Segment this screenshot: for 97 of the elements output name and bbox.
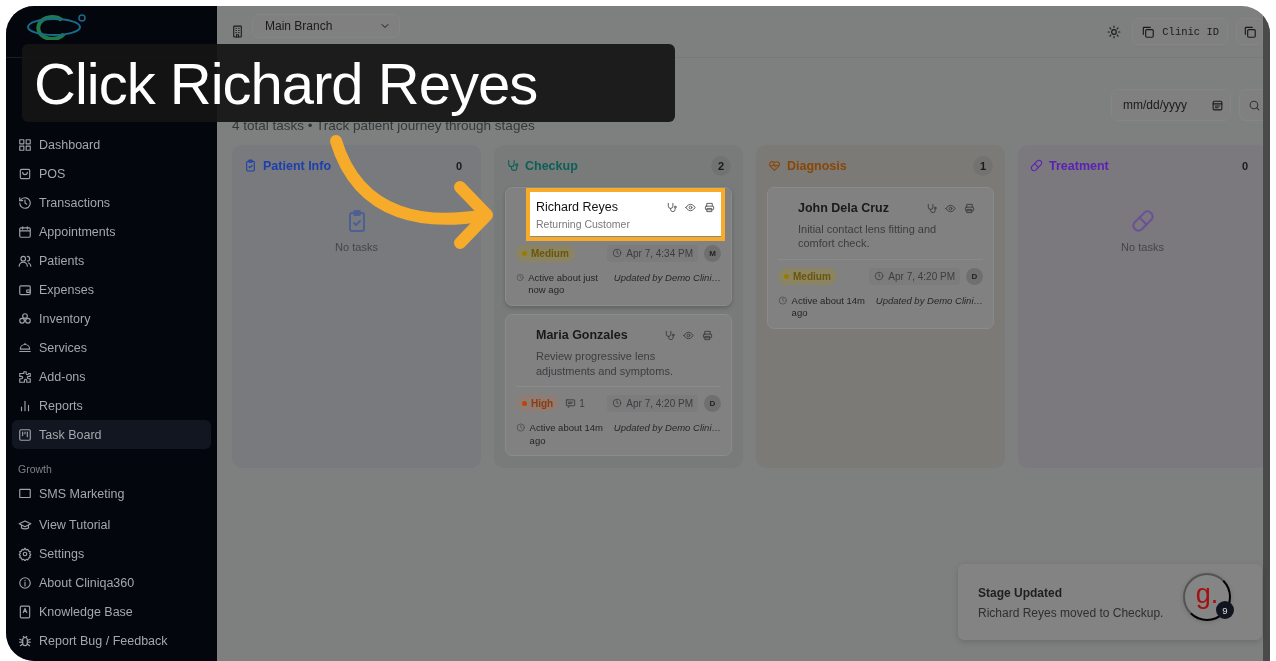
nav-item[interactable]: Patients: [12, 246, 211, 275]
stethoscope-icon[interactable]: [666, 201, 677, 213]
copy-button[interactable]: [1236, 18, 1263, 45]
nav-item[interactable]: View Tutorial: [12, 510, 211, 539]
search-button[interactable]: [1239, 89, 1263, 121]
branch-select[interactable]: Main Branch: [252, 14, 400, 38]
printer-icon[interactable]: [704, 201, 715, 213]
history-icon: [18, 195, 32, 210]
activity-text: Active about 14m ago: [529, 421, 604, 448]
stethoscope-icon[interactable]: [664, 329, 675, 341]
boxes-icon: [18, 311, 32, 326]
search-icon: [1248, 98, 1261, 112]
section-label: Growth: [17, 463, 53, 475]
calendar-icon: [1211, 98, 1224, 112]
nav-item[interactable]: About Cliniqa360: [12, 568, 211, 597]
nav-item[interactable]: Transactions: [12, 188, 211, 217]
nav-item[interactable]: Settings: [12, 539, 211, 568]
clock-icon: [874, 271, 885, 282]
nav-item[interactable]: Reports: [12, 391, 211, 420]
toast-message: Richard Reyes moved to Checkup.: [978, 606, 1164, 620]
task-description: Review progressive lens adjustments and symptoms.: [536, 349, 674, 378]
nav-item[interactable]: POS: [12, 159, 211, 188]
updated-by-text: Updated by Demo Clini…: [613, 271, 721, 285]
kanban-icon: [18, 427, 32, 442]
nav-item[interactable]: Inventory: [12, 304, 211, 333]
nav-item[interactable]: Add-ons: [12, 362, 211, 391]
copy-icon: [1242, 24, 1257, 39]
users-icon: [18, 253, 32, 268]
priority-badge: Medium: [778, 267, 837, 285]
task-name: Richard Reyes: [536, 200, 618, 214]
grid-icon: [18, 137, 32, 152]
task-count: 0: [454, 158, 464, 174]
task-description: Returning Customer: [536, 218, 631, 232]
task-count: 0: [1240, 158, 1250, 174]
task-description: Initial contact lens fitting and comfort check.: [798, 222, 938, 251]
nav-item[interactable]: SMS Marketing: [12, 479, 211, 508]
assignee-avatar: M: [704, 244, 721, 262]
clock-icon: [612, 398, 623, 409]
task-count: 1: [973, 155, 993, 176]
clock-icon: [516, 271, 525, 283]
wallet-icon: [18, 282, 32, 297]
task-name: John Dela Cruz: [798, 201, 889, 215]
bag-icon: [18, 166, 32, 181]
eye-icon[interactable]: [685, 201, 696, 213]
comment-count: 1: [579, 397, 585, 409]
nav-item[interactable]: Services: [12, 333, 211, 362]
info-icon: [18, 575, 32, 590]
nav-item[interactable]: Report Bug / Feedback: [12, 626, 211, 655]
bar-chart-icon: [18, 398, 32, 413]
book-icon: [18, 604, 32, 619]
priority-badge: High: [516, 394, 560, 412]
task-count: 2: [711, 155, 731, 176]
stethoscope-icon: [506, 159, 519, 172]
activity-text: Active about 14m ago: [791, 294, 866, 321]
eye-icon[interactable]: [683, 329, 694, 341]
calendar-icon: [18, 224, 32, 239]
printer-icon[interactable]: [964, 202, 975, 214]
nav-item[interactable]: Dashboard: [12, 130, 211, 159]
pill-icon: [1130, 209, 1155, 233]
building-icon: [231, 25, 244, 38]
updated-by-text: Updated by Demo Clini…: [613, 421, 721, 435]
clinic-id-button[interactable]: Clinic ID: [1132, 18, 1228, 45]
nav-item[interactable]: Expenses: [12, 275, 211, 304]
column-title: Treatment: [1049, 158, 1109, 173]
column-title: Diagnosis: [787, 158, 847, 173]
nav-item[interactable]: Appointments: [12, 217, 211, 246]
pill-icon: [1030, 159, 1043, 172]
graduation-cap-icon: [18, 517, 32, 532]
copy-icon: [1141, 24, 1156, 39]
sun-icon[interactable]: [1107, 24, 1122, 39]
heart-pulse-icon: [768, 159, 781, 172]
activity-text: Active about just now ago: [528, 271, 599, 298]
priority-badge: Medium: [516, 244, 575, 262]
updated-by-text: Updated by Demo Clini…: [875, 294, 983, 308]
clock-icon: [778, 294, 788, 306]
settings-icon: [18, 546, 32, 561]
clock-icon: [612, 248, 623, 259]
column-title: Checkup: [525, 158, 578, 173]
bug-icon: [18, 633, 32, 648]
tutorial-caption: Click Richard Reyes: [22, 44, 675, 122]
comment-icon: [565, 397, 577, 409]
nav-item[interactable]: Knowledge Base: [12, 597, 211, 626]
nav-item[interactable]: Task Board: [12, 420, 211, 449]
date-field[interactable]: mm/dd/yyyy: [1111, 89, 1231, 121]
assignee-avatar: D: [966, 267, 983, 285]
stethoscope-icon[interactable]: [926, 202, 937, 214]
empty-message: No tasks: [1121, 241, 1164, 253]
column-title: Patient Info: [263, 158, 332, 173]
clipboard-check-icon: [244, 159, 257, 172]
printer-icon[interactable]: [702, 329, 713, 341]
assignee-avatar: D: [704, 394, 721, 412]
toast-title: Stage Updated: [978, 586, 1062, 600]
puzzle-icon: [18, 369, 32, 384]
task-name: Maria Gonzales: [536, 328, 628, 343]
logo-icon: [24, 14, 88, 40]
clock-icon: [516, 421, 526, 433]
eye-icon[interactable]: [945, 202, 956, 214]
